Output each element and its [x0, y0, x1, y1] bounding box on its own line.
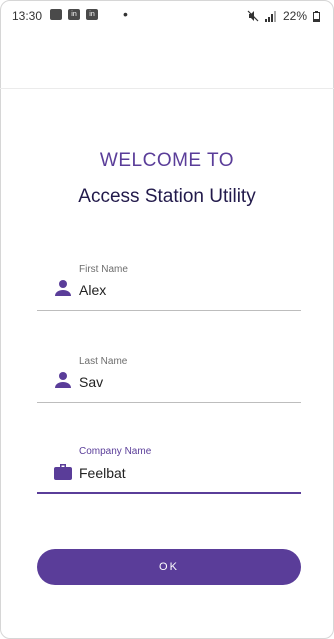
- linkedin-icon: in: [86, 9, 98, 20]
- device-frame: [0, 0, 334, 639]
- status-bar: 13:30 in in • 22%: [0, 0, 334, 30]
- app-title: Access Station Utility: [78, 186, 256, 207]
- company-name-underline: [37, 492, 301, 494]
- person-icon: [55, 372, 71, 388]
- signal-icon: [264, 10, 276, 22]
- battery-percent: 22%: [282, 9, 307, 23]
- linkedin-icon: in: [68, 9, 80, 20]
- last-name-field[interactable]: Last Name Sav: [37, 350, 301, 403]
- first-name-input[interactable]: Alex: [79, 282, 106, 298]
- first-name-label: First Name: [79, 264, 128, 275]
- mute-icon: [247, 10, 259, 22]
- status-dot: •: [123, 6, 128, 22]
- last-name-label: Last Name: [79, 356, 128, 367]
- last-name-underline: [37, 402, 301, 403]
- notification-icons: in in: [50, 9, 98, 20]
- first-name-underline: [37, 310, 301, 311]
- header-divider: [0, 88, 334, 89]
- first-name-field[interactable]: First Name Alex: [37, 258, 301, 311]
- company-name-field[interactable]: Company Name Feelbat: [37, 440, 301, 494]
- company-name-input[interactable]: Feelbat: [79, 465, 126, 481]
- last-name-input[interactable]: Sav: [79, 374, 103, 390]
- status-time: 13:30: [12, 9, 43, 23]
- briefcase-icon: [54, 464, 72, 480]
- welcome-heading: WELCOME TO: [99, 150, 235, 171]
- ok-button[interactable]: OK: [37, 549, 301, 585]
- image-icon: [50, 9, 62, 20]
- status-right: 22%: [247, 9, 320, 23]
- company-name-label: Company Name: [79, 446, 152, 457]
- battery-icon: [313, 10, 320, 22]
- person-icon: [55, 280, 71, 296]
